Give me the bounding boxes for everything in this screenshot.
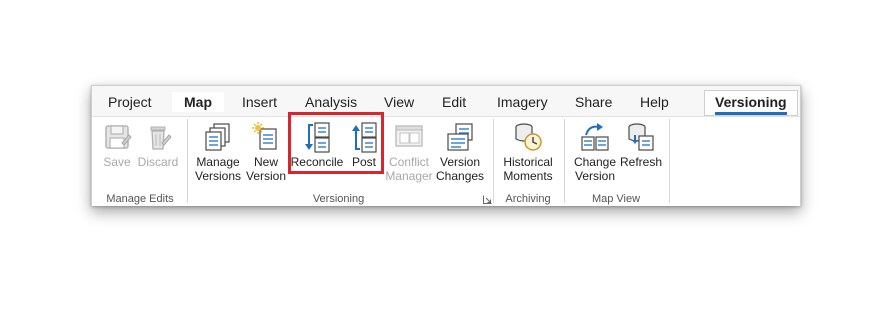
change-version-icon — [581, 123, 609, 151]
new-version-label-line2: Version — [245, 169, 287, 183]
tab-edit[interactable]: Edit — [442, 92, 466, 112]
historical-moments-button[interactable]: Historical Moments — [499, 121, 557, 191]
tab-versioning-label: Versioning — [715, 94, 787, 110]
new-version-label-line1: New — [253, 155, 278, 169]
ribbon-tab-bar: Project Map Insert Analysis View Edit Im… — [92, 86, 800, 116]
manage-versions-icon — [205, 123, 230, 151]
tab-help[interactable]: Help — [640, 92, 669, 112]
tab-project[interactable]: Project — [108, 92, 152, 112]
ribbon: Project Map Insert Analysis View Edit Im… — [91, 85, 801, 206]
group-label-manage-edits: Manage Edits — [106, 193, 174, 205]
save-icon — [105, 125, 132, 149]
tab-share[interactable]: Share — [575, 92, 612, 112]
conflict-manager-label-line2: Manager — [385, 169, 433, 183]
tab-imagery[interactable]: Imagery — [497, 92, 548, 112]
version-changes-button[interactable]: Version Changes — [436, 121, 484, 191]
historical-moments-label-line2: Moments — [503, 169, 553, 183]
refresh-button[interactable]: Refresh — [620, 121, 662, 191]
group-separator — [187, 119, 188, 203]
discard-icon — [150, 126, 172, 150]
discard-label: Discard — [137, 155, 179, 169]
manage-versions-label-line1: Manage — [196, 155, 240, 169]
group-label-map-view: Map View — [591, 193, 641, 205]
new-version-icon — [252, 122, 277, 150]
save-button[interactable]: Save — [100, 121, 134, 191]
change-version-label-line1: Change — [573, 155, 617, 169]
historical-moments-label-line1: Historical — [503, 155, 553, 169]
conflict-manager-button[interactable]: Conflict Manager — [384, 121, 434, 191]
tab-map[interactable]: Map — [172, 92, 224, 112]
group-separator — [493, 119, 494, 203]
historical-moments-icon — [515, 123, 542, 151]
group-label-versioning: Versioning — [312, 193, 365, 205]
refresh-label: Refresh — [620, 155, 663, 169]
group-separator — [669, 119, 670, 203]
version-changes-label-line2: Changes — [436, 169, 485, 183]
tab-versioning[interactable]: Versioning — [704, 90, 798, 116]
group-separator — [564, 119, 565, 203]
change-version-label-line2: Version — [574, 169, 616, 183]
version-changes-icon — [447, 123, 473, 151]
new-version-button[interactable]: New Version — [244, 121, 288, 191]
tab-insert[interactable]: Insert — [242, 92, 277, 112]
save-label: Save — [103, 155, 131, 169]
tab-view[interactable]: View — [384, 92, 414, 112]
group-label-archiving: Archiving — [505, 193, 551, 205]
manage-versions-button[interactable]: Manage Versions — [193, 121, 243, 191]
version-changes-label-line1: Version — [439, 155, 481, 169]
conflict-manager-label-line1: Conflict — [388, 155, 429, 169]
refresh-icon — [628, 123, 654, 151]
manage-versions-label-line2: Versions — [194, 169, 242, 183]
dialog-launcher-icon[interactable] — [483, 195, 492, 204]
tab-versioning-underline — [715, 112, 787, 115]
tab-analysis[interactable]: Analysis — [305, 92, 357, 112]
conflict-manager-icon — [395, 125, 423, 147]
change-version-button[interactable]: Change Version — [570, 121, 620, 191]
ribbon-body: Save Discard Manage Edits Manage Version… — [92, 116, 800, 206]
discard-button[interactable]: Discard — [136, 121, 180, 191]
red-highlight-box — [288, 112, 384, 174]
